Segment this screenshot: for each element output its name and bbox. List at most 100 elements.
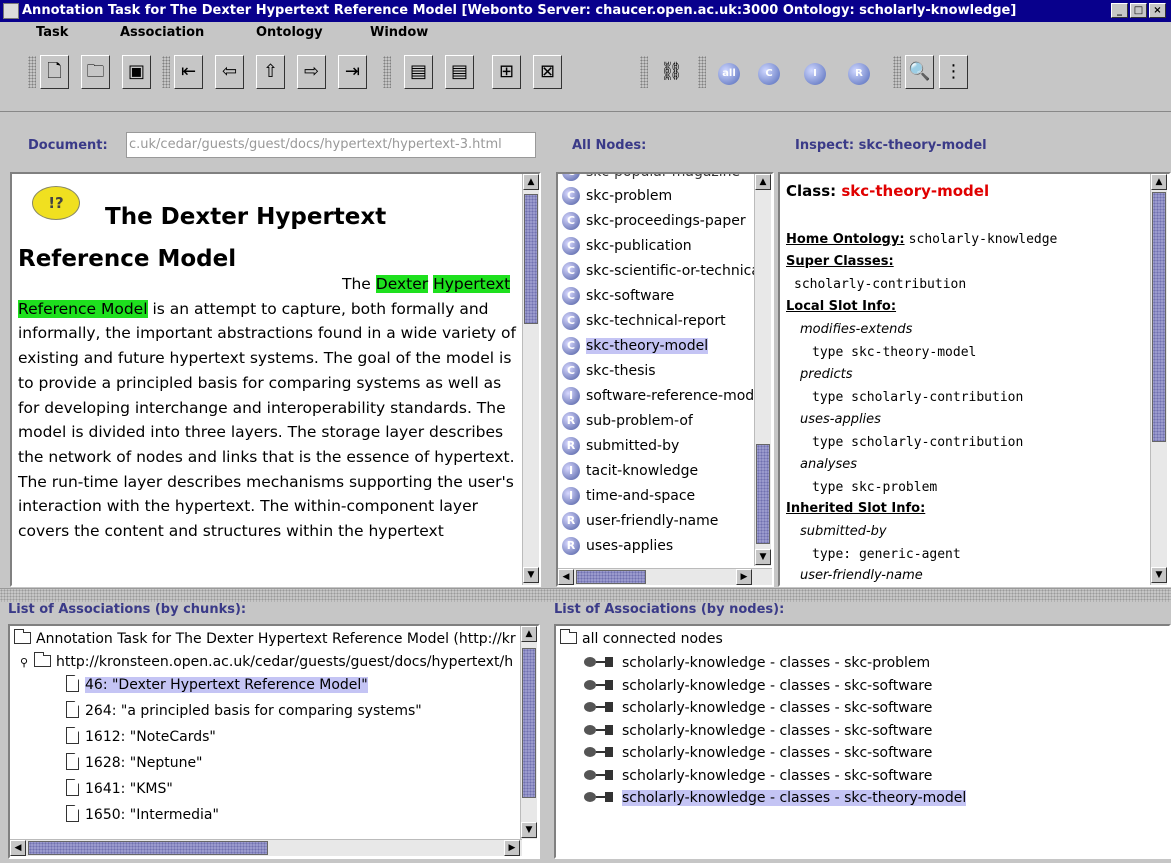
menu-association[interactable]: Association (120, 25, 204, 40)
node-item[interactable]: Rsub-problem-of (562, 409, 693, 433)
nodes-hscrollbar[interactable]: ◀ ▶ (558, 568, 772, 585)
scroll-thumb[interactable] (524, 194, 538, 324)
node-item[interactable]: Cskc-thesis (562, 359, 656, 383)
node-item[interactable]: Rsubmitted-by (562, 434, 679, 458)
node-item[interactable]: Cskc-theory-model (562, 334, 709, 358)
chunks-scrollbar[interactable]: ▲ ▼ (520, 626, 537, 839)
menu-ontology[interactable]: Ontology (256, 25, 323, 40)
scroll-down-arrow-icon[interactable]: ▼ (755, 549, 771, 565)
chunk-item[interactable]: 46: "Dexter Hypertext Reference Model" (66, 674, 368, 697)
new-document-icon[interactable]: 🗋 (40, 55, 69, 89)
scroll-left-arrow-icon[interactable]: ◀ (10, 840, 26, 856)
association-link-line (596, 728, 606, 731)
node-item[interactable]: Cskc-problem (562, 184, 672, 208)
association-item[interactable]: scholarly-knowledge - classes - skc-soft… (584, 675, 932, 698)
tree-add-icon[interactable]: ⊞ (492, 55, 521, 89)
menu-window[interactable]: Window (370, 25, 428, 40)
scroll-left-arrow-icon[interactable]: ◀ (558, 569, 574, 585)
scroll-up-arrow-icon[interactable]: ▲ (755, 174, 771, 190)
maximize-button[interactable]: □ (1130, 3, 1147, 18)
node-item[interactable]: Ruser-friendly-name (562, 509, 718, 533)
node-item[interactable]: Isoftware-reference-model (562, 384, 767, 408)
class-icon[interactable]: C (758, 63, 780, 85)
scroll-right-arrow-icon[interactable]: ▶ (736, 569, 752, 585)
association-label: scholarly-knowledge - classes - skc-prob… (622, 655, 931, 671)
scroll-up-arrow-icon[interactable]: ▲ (1151, 174, 1167, 190)
minimize-button[interactable]: _ (1111, 3, 1128, 18)
association-link-line (596, 661, 606, 663)
close-button[interactable]: × (1149, 3, 1166, 18)
node-item[interactable]: Cskc-publication (562, 234, 692, 258)
node-item[interactable]: Ruses-applies (562, 534, 673, 558)
document-red-icon[interactable]: ▤ (445, 55, 474, 89)
document-url-field[interactable]: c.uk/cedar/guests/guest/docs/hypertext/h… (126, 132, 536, 158)
node-item[interactable]: Cskc-proceedings-paper (562, 209, 746, 233)
nodes-list[interactable]: Cskc-popular-magazine Cskc-problemCskc-p… (556, 172, 774, 587)
scroll-right-arrow-icon[interactable]: ▶ (504, 840, 520, 856)
chunk-item[interactable]: 1612: "NoteCards" (66, 726, 216, 749)
relation-icon[interactable]: R (848, 63, 870, 85)
network-icon[interactable]: ⛓ (657, 55, 686, 89)
hscroll-thumb[interactable] (28, 841, 268, 855)
first-icon[interactable]: ⇤ (174, 55, 203, 89)
last-icon[interactable]: ⇥ (338, 55, 367, 89)
tree-remove-icon[interactable]: ⊠ (533, 55, 562, 89)
scroll-down-arrow-icon[interactable]: ▼ (523, 567, 539, 583)
node-label: submitted-by (586, 438, 680, 454)
up-icon[interactable]: ⇧ (256, 55, 285, 89)
search-icon[interactable]: 🔍 (905, 55, 934, 89)
open-folder-icon[interactable]: 🗀 (81, 55, 110, 89)
scroll-up-arrow-icon[interactable]: ▲ (523, 174, 539, 190)
instance-icon[interactable]: I (804, 63, 826, 85)
tree-root[interactable]: Annotation Task for The Dexter Hypertext… (14, 628, 516, 651)
node-partial[interactable]: Cskc-popular-magazine (562, 174, 740, 184)
association-item[interactable]: scholarly-knowledge - classes - skc-soft… (584, 765, 932, 788)
association-item[interactable]: scholarly-knowledge - classes - skc-prob… (584, 652, 930, 675)
slot-name: analyses (800, 457, 858, 472)
document-view[interactable]: !? The Dexter Hypertext Reference Model … (10, 172, 541, 587)
tree-root[interactable]: all connected nodes (560, 628, 723, 651)
chunks-tree[interactable]: Annotation Task for The Dexter Hypertext… (8, 624, 540, 859)
hierarchy-icon[interactable]: ⋮ (939, 55, 968, 89)
split-divider[interactable] (542, 118, 550, 588)
inspect-view[interactable]: Class: skc-theory-model Home Ontology: s… (778, 172, 1171, 587)
scroll-up-arrow-icon[interactable]: ▲ (521, 626, 537, 642)
association-item[interactable]: scholarly-knowledge - classes - skc-theo… (584, 787, 967, 810)
horizontal-split-divider[interactable] (0, 588, 1171, 602)
chunk-item[interactable]: 1641: "KMS" (66, 778, 173, 801)
split-divider[interactable] (541, 602, 549, 860)
document-scrollbar[interactable]: ▲ ▼ (522, 174, 539, 585)
association-item[interactable]: scholarly-knowledge - classes - skc-soft… (584, 742, 932, 765)
forward-icon[interactable]: ⇨ (297, 55, 326, 89)
class-icon: C (562, 174, 580, 181)
menu-task[interactable]: Task (36, 25, 68, 40)
all-icon[interactable]: all (718, 63, 740, 85)
chunk-item[interactable]: 1650: "Intermedia" (66, 804, 219, 827)
scroll-down-arrow-icon[interactable]: ▼ (1151, 567, 1167, 583)
association-link-icon (584, 769, 614, 780)
node-item[interactable]: Cskc-software (562, 284, 674, 308)
document-icon[interactable]: ▤ (404, 55, 433, 89)
scroll-thumb[interactable] (1152, 192, 1166, 442)
association-item[interactable]: scholarly-knowledge - classes - skc-soft… (584, 720, 932, 743)
nodes-scrollbar[interactable]: ▲ ▼ (754, 174, 771, 566)
scroll-thumb[interactable] (522, 648, 536, 798)
chunk-item[interactable]: 1628: "Neptune" (66, 752, 203, 775)
node-item[interactable]: Cskc-technical-report (562, 309, 726, 333)
chunks-hscrollbar[interactable]: ◀ ▶ (10, 839, 522, 856)
scroll-down-arrow-icon[interactable]: ▼ (521, 822, 537, 838)
inspect-scrollbar[interactable]: ▲ ▼ (1150, 174, 1167, 585)
association-item[interactable]: scholarly-knowledge - classes - skc-soft… (584, 697, 932, 720)
node-item[interactable]: Itacit-knowledge (562, 459, 698, 483)
node-item[interactable]: Itime-and-space (562, 484, 695, 508)
scroll-thumb[interactable] (756, 444, 770, 544)
assoc-nodes-tree[interactable]: all connected nodes scholarly-knowledge … (554, 624, 1171, 859)
local-slot-label: Local Slot Info: (786, 299, 897, 314)
doc-highlight-dexter[interactable]: Dexter (375, 275, 429, 293)
back-icon[interactable]: ⇦ (215, 55, 244, 89)
tree-url-node[interactable]: ⚲ http://kronsteen.open.ac.uk/cedar/guest… (20, 651, 513, 674)
chunk-item[interactable]: 264: "a principled basis for comparing s… (66, 700, 422, 723)
save-icon[interactable]: ▣ (122, 55, 151, 89)
hscroll-thumb[interactable] (576, 570, 646, 584)
node-item[interactable]: Cskc-scientific-or-technical (562, 259, 764, 283)
